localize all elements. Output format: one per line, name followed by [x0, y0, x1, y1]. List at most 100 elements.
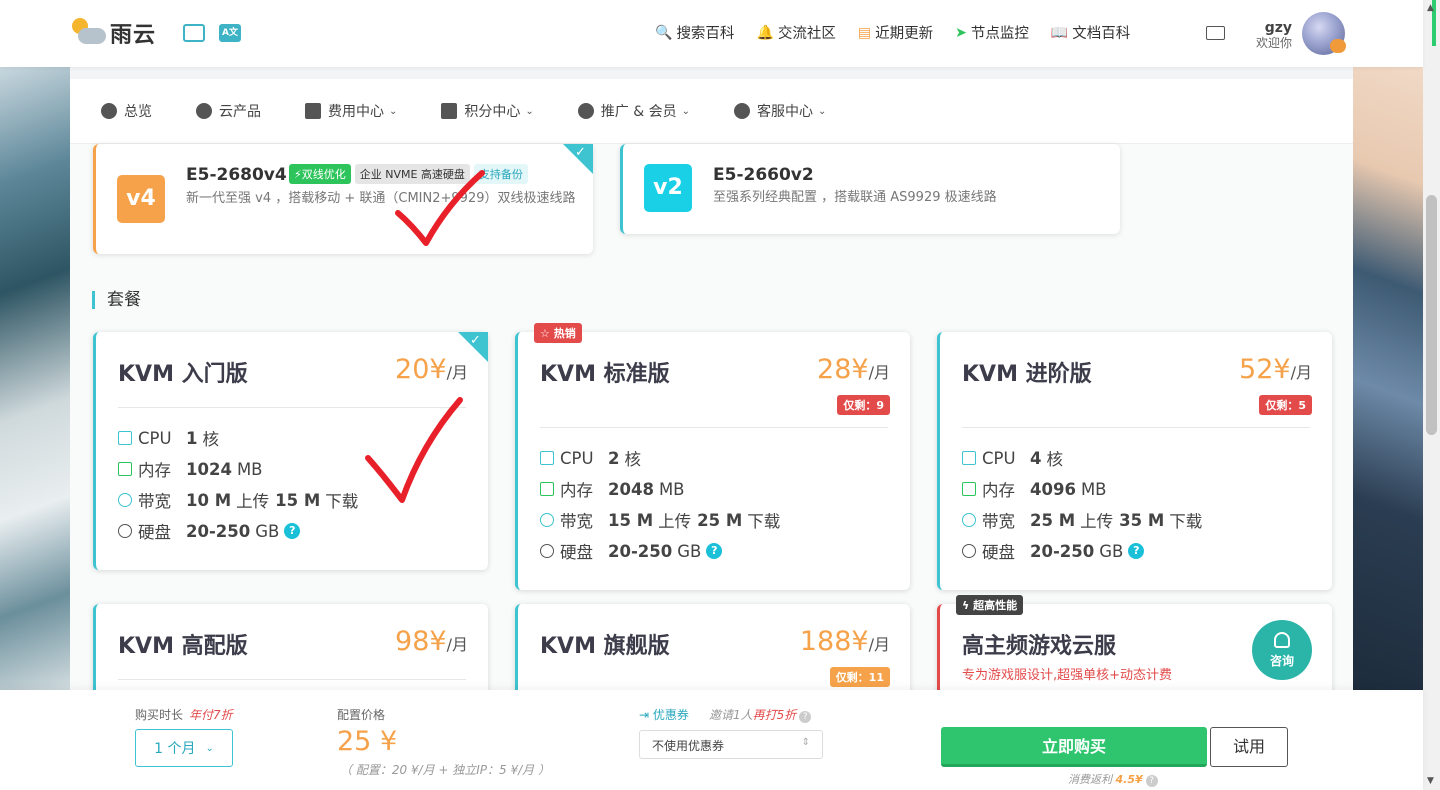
plan-price: 188¥/月	[799, 626, 890, 657]
bell-icon: 🔔	[756, 24, 774, 41]
chevron-down-icon: ⌄	[389, 105, 398, 117]
money-icon	[305, 103, 321, 119]
background-art-right	[1353, 67, 1423, 690]
cpu-option-v4[interactable]: v4 E5-2680v4 ⚡双线优化 企业 NVME 高速硬盘 支持备份 新一代…	[93, 144, 593, 254]
stock-badge: 仅剩：11	[829, 667, 890, 687]
spec-cpu: CPU 1 核	[118, 426, 219, 450]
duration-select[interactable]: 1 个月 ⌄	[135, 729, 233, 767]
subnav-referral[interactable]: 推广 & 会员 ⌄	[577, 101, 690, 121]
plan-card-advanced[interactable]: KVM 进阶版 52¥/月 仅剩：5 CPU 4 核 内存 4096 MB 带宽 25 M…	[937, 332, 1332, 590]
nav-docs[interactable]: 📖 文档百科	[1051, 22, 1130, 43]
plan-price: 52¥/月	[1239, 354, 1312, 385]
logo-icon	[70, 16, 106, 50]
scroll-down-icon[interactable]: ▼	[1427, 776, 1434, 786]
subnav-label: 费用中心	[328, 104, 384, 120]
nav-label: 近期更新	[875, 26, 934, 42]
rebate-info: 消费返利 4.5¥?	[1068, 771, 1158, 787]
cpu-icon	[540, 451, 554, 465]
scrollbar-thumb[interactable]	[1426, 195, 1437, 435]
subnav-points[interactable]: 积分中心 ⌄	[441, 101, 534, 121]
hot-badge: ☆ 热销	[534, 323, 582, 343]
buy-now-button[interactable]: 立即购买	[941, 727, 1207, 767]
top-nav: 🔍 搜索百科 🔔 交流社区 ▤ 近期更新 ➤ 节点监控 📖 文档百科	[655, 22, 1152, 43]
memory-icon	[540, 482, 554, 496]
dashboard-icon	[101, 103, 117, 119]
subnav-label: 推广 & 会员	[600, 104, 677, 120]
nav-search[interactable]: 🔍 搜索百科	[655, 22, 734, 43]
cpu-option-v2[interactable]: v2 E5-2660v2 至强系列经典配置 ，搭载联通 AS9929 极速线路	[620, 144, 1120, 234]
main-panel: 总览 云产品 费用中心 ⌄ 积分中心 ⌄ 推广 & 会员 ⌄ 客服中心 ⌄ v4 E5-…	[70, 67, 1353, 690]
headset-icon	[734, 103, 750, 119]
plan-card-high[interactable]: KVM 高配版 98¥/月	[93, 604, 488, 690]
gift-icon	[441, 103, 458, 119]
nav-monitor[interactable]: ➤ 节点监控	[955, 22, 1029, 43]
memory-icon	[118, 462, 132, 476]
spec-disk: 硬盘 20-250 GB?	[540, 539, 723, 563]
image-icon[interactable]	[183, 24, 205, 42]
subnav-label: 总览	[124, 104, 152, 120]
subnav-label: 客服中心	[757, 104, 813, 120]
news-icon: ▤	[857, 24, 872, 41]
nav-label: 节点监控	[970, 26, 1029, 42]
user-welcome: 欢迎你	[1255, 36, 1292, 50]
plan-card-basic[interactable]: KVM 入门版 20¥/月 CPU 1 核 内存 1024 MB 带宽 10 M 上传 15 …	[93, 332, 488, 570]
spec-cpu: CPU 2 核	[540, 446, 641, 470]
plan-card-flagship[interactable]: KVM 旗舰版 188¥/月 仅剩：11	[515, 604, 910, 690]
chevron-down-icon: ⌄	[681, 105, 690, 117]
trial-button[interactable]: 试用	[1210, 727, 1288, 767]
plan-card-standard[interactable]: ☆ 热销 KVM 标准版 28¥/月 仅剩：9 CPU 2 核 内存 2048 MB 带…	[515, 323, 910, 590]
help-icon[interactable]: ?	[284, 523, 301, 539]
chevron-down-icon: ⌄	[525, 105, 534, 117]
subnav-support[interactable]: 客服中心 ⌄	[734, 101, 826, 121]
plan-price: 98¥/月	[395, 626, 468, 657]
spec-ram: 内存 4096 MB	[962, 477, 1107, 501]
search-icon: 🔍	[655, 24, 673, 41]
subnav-billing[interactable]: 费用中心 ⌄	[305, 101, 397, 121]
headset-icon	[1274, 632, 1290, 648]
price-breakdown: （ 配置：20 ¥/月 + 独立IP：5 ¥/月 ）	[340, 763, 550, 777]
chevron-down-icon: ⌄	[818, 105, 827, 117]
plan-name: KVM 进阶版	[962, 362, 1092, 387]
cpu-title: E5-2680v4	[186, 165, 287, 185]
coupon-select[interactable]: 不使用优惠券 ⇕	[639, 730, 823, 759]
login-icon: ⇥	[639, 708, 650, 722]
spec-disk: 硬盘 20-250 GB?	[962, 539, 1145, 563]
nav-updates[interactable]: ▤ 近期更新	[858, 22, 933, 43]
subnav-products[interactable]: 云产品	[196, 101, 261, 121]
nav-label: 搜索百科	[676, 26, 735, 42]
user-info[interactable]: gzy 欢迎你	[1252, 20, 1292, 50]
top-bar: 雨云 A文 🔍 搜索百科 🔔 交流社区 ▤ 近期更新 ➤ 节点监控 📖 文档百科 gzy …	[0, 0, 1423, 67]
subnav-label: 积分中心	[464, 104, 521, 120]
nav-community[interactable]: 🔔 交流社区	[756, 22, 835, 43]
sort-icon: ⇕	[801, 737, 810, 748]
translate-icon[interactable]: A文	[219, 24, 241, 42]
users-icon	[577, 103, 594, 119]
cpu-desc: 至强系列经典配置 ，搭载联通 AS9929 极速线路	[713, 190, 997, 205]
plan-card-game[interactable]: ϟ 超高性能 高主频游戏云服 专为游戏服设计,超强单核+动态计费 咨询	[937, 595, 1332, 690]
cloud-upload-icon	[540, 513, 554, 527]
order-bar: 购买时长 年付7折 1 个月 ⌄ 配置价格 25 ¥ （ 配置：20 ¥/月 + 独…	[0, 690, 1423, 790]
cloud-badge-icon	[1330, 39, 1346, 53]
consult-button[interactable]: 咨询	[1252, 620, 1312, 680]
scroll-up-icon[interactable]: ▲	[1427, 3, 1434, 13]
sub-nav: 总览 云产品 费用中心 ⌄ 积分中心 ⌄ 推广 & 会员 ⌄ 客服中心 ⌄	[70, 79, 1353, 144]
config-price: 25 ¥	[337, 726, 398, 757]
logo[interactable]: 雨云	[70, 16, 156, 50]
mail-icon[interactable]	[1206, 26, 1225, 40]
plan-name: KVM 旗舰版	[540, 634, 670, 659]
spec-bandwidth: 带宽 10 M 上传 15 M 下载	[118, 488, 358, 512]
database-icon	[962, 544, 976, 558]
cloud-upload-icon	[118, 493, 132, 507]
help-icon[interactable]: ?	[1128, 543, 1145, 559]
coupon-label: ⇥ 优惠券	[639, 708, 689, 722]
price-value: 20¥	[395, 354, 447, 385]
subnav-overview[interactable]: 总览	[101, 101, 152, 121]
database-icon	[118, 524, 132, 538]
plan-name: KVM 高配版	[118, 634, 248, 659]
price-unit: /月	[446, 363, 468, 382]
spec-ram: 内存 1024 MB	[118, 457, 263, 481]
help-icon: ?	[799, 711, 812, 723]
plan-name: KVM 标准版	[540, 362, 670, 387]
cpu-tag: 支持备份	[473, 164, 528, 184]
help-icon[interactable]: ?	[706, 543, 723, 559]
